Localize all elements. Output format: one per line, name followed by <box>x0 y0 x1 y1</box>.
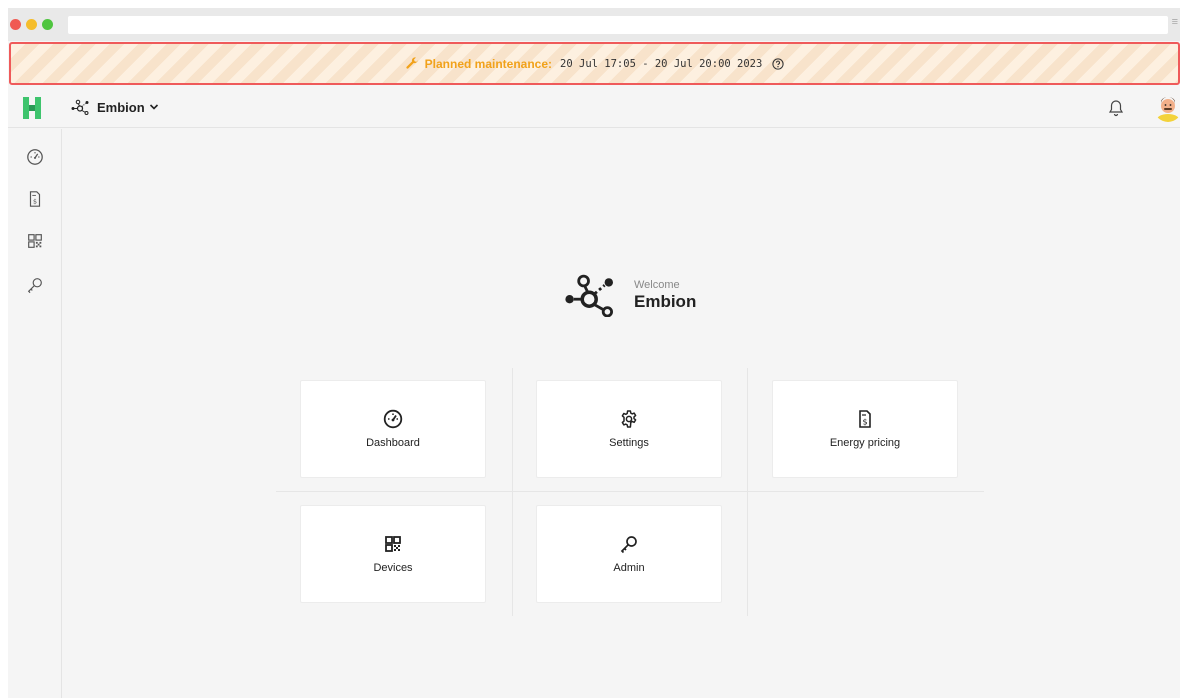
devices-card[interactable]: Devices <box>300 505 486 603</box>
key-icon <box>27 278 42 294</box>
settings-card[interactable]: Settings <box>536 380 722 478</box>
app-window: ≡ Planned maintenance: 20 Jul 17:05 - 20… <box>8 8 1180 698</box>
grid-divider <box>276 491 984 492</box>
gear-icon <box>621 410 637 428</box>
grid-divider <box>512 368 513 616</box>
site-switcher[interactable]: Embion <box>71 99 165 115</box>
welcome-site-name: Embion <box>634 291 697 311</box>
sidebar-item-devices[interactable] <box>25 231 45 251</box>
help-icon[interactable] <box>772 57 784 70</box>
close-window-button[interactable] <box>10 19 21 30</box>
card-label: Settings <box>609 437 649 449</box>
card-label: Energy pricing <box>829 437 901 449</box>
bell-icon[interactable] <box>1108 99 1124 117</box>
card-label: Dashboard <box>366 437 420 449</box>
welcome-label: Welcome <box>634 278 680 291</box>
address-bar[interactable] <box>68 16 1168 34</box>
dashboard-card[interactable]: Dashboard <box>300 380 486 478</box>
maximize-window-button[interactable] <box>42 19 53 30</box>
browser-chrome: ≡ <box>8 8 1180 41</box>
sidebar-item-energy-pricing[interactable]: $ <box>25 189 45 209</box>
qr-code-icon <box>28 234 42 248</box>
welcome-block: Welcome Embion <box>564 273 696 317</box>
speedometer-icon <box>383 409 403 429</box>
card-label: Admin <box>613 562 645 574</box>
admin-card[interactable]: Admin <box>536 505 722 603</box>
app-logo-icon[interactable] <box>22 97 42 119</box>
chevron-down-icon <box>149 104 158 110</box>
sidebar-item-admin[interactable] <box>25 275 45 295</box>
menu-icon[interactable]: ≡ <box>1172 16 1178 28</box>
invoice-icon: $ <box>29 191 41 207</box>
user-avatar[interactable] <box>1154 94 1180 122</box>
top-bar: Embion <box>8 88 1180 128</box>
speedometer-icon <box>27 149 43 165</box>
maintenance-range: 20 Jul 17:05 - 20 Jul 20:00 2023 <box>560 57 763 70</box>
site-name: Embion <box>97 99 145 115</box>
key-icon <box>620 536 637 554</box>
wrench-icon <box>406 56 418 69</box>
maintenance-banner: Planned maintenance: 20 Jul 17:05 - 20 J… <box>9 42 1180 85</box>
grid-divider <box>747 368 748 616</box>
network-logo-icon <box>565 274 613 317</box>
energy-pricing-card[interactable]: $ Energy pricing <box>772 380 958 478</box>
sidebar-item-dashboard[interactable] <box>25 147 45 167</box>
card-label: Devices <box>373 562 413 574</box>
avatar-image <box>1154 94 1180 122</box>
invoice-icon: $ <box>859 410 871 428</box>
qr-code-icon <box>385 536 401 552</box>
minimize-window-button[interactable] <box>26 19 37 30</box>
maintenance-title: Planned maintenance: <box>424 56 553 71</box>
svg-text:$: $ <box>33 199 37 206</box>
network-icon <box>71 99 89 115</box>
svg-text:$: $ <box>862 418 867 427</box>
sidebar: $ <box>8 129 62 698</box>
